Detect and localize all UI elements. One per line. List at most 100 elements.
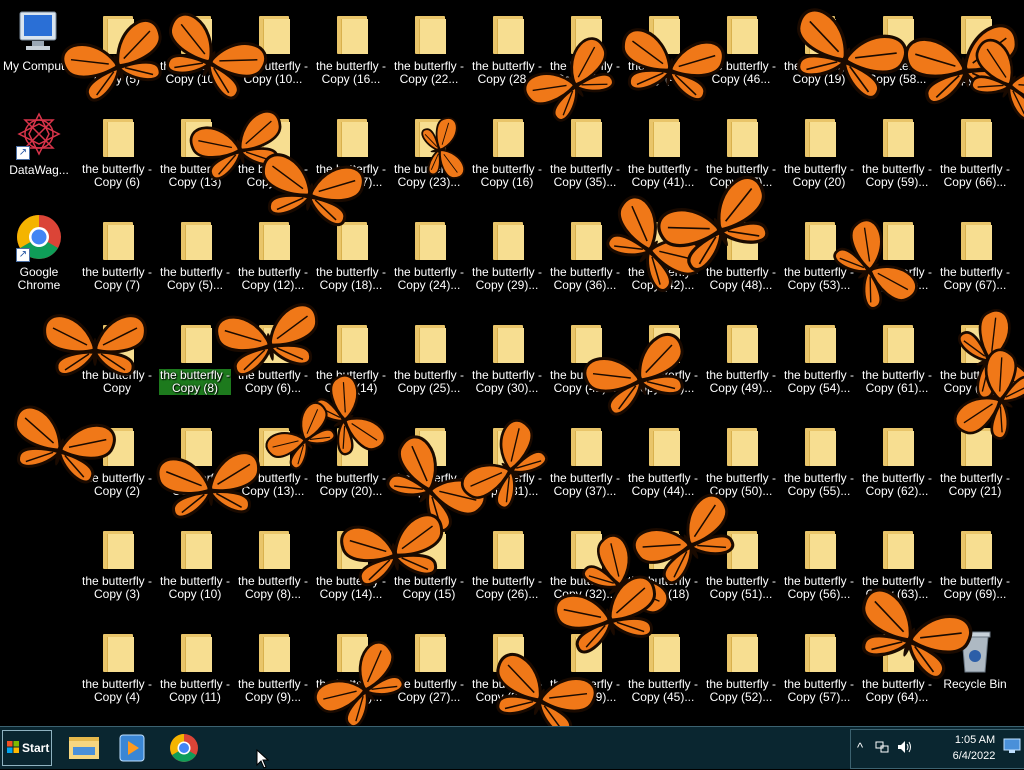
- folder-shortcut[interactable]: the butterfly - Copy (50)...: [704, 416, 778, 512]
- folder-shortcut[interactable]: the butterfly - Copy (53)...: [782, 210, 856, 306]
- folder-shortcut[interactable]: the butterfly - Copy (7): [80, 210, 154, 306]
- volume-icon[interactable]: [897, 740, 913, 754]
- folder-shortcut[interactable]: the butterfly - Copy (8): [158, 313, 232, 409]
- folder-shortcut[interactable]: the butterfly - Copy (13): [158, 107, 232, 203]
- folder-shortcut[interactable]: the butterfly - Copy (55)...: [782, 416, 856, 512]
- folder-shortcut[interactable]: the butterfly - Copy (3): [80, 519, 154, 615]
- folder-shortcut[interactable]: the butterfly - Copy (9)...: [236, 622, 310, 718]
- folder-shortcut[interactable]: the butterfly - Copy (6)...: [236, 313, 310, 409]
- folder-shortcut[interactable]: the butterfly - Copy (16...: [314, 4, 388, 100]
- taskbar-chrome[interactable]: [164, 731, 204, 765]
- folder-shortcut[interactable]: the butterfly - Copy (17)...: [314, 107, 388, 203]
- folder-shortcut[interactable]: the butterfly - Copy (65...: [938, 4, 1012, 100]
- taskbar-media-player[interactable]: [112, 731, 152, 765]
- folder-shortcut[interactable]: the butterfly - Copy (17): [236, 107, 310, 203]
- folder-shortcut[interactable]: the butterfly - Copy (62)...: [860, 416, 934, 512]
- folder-shortcut[interactable]: the butterfly - Copy (14): [314, 313, 388, 409]
- folder-shortcut[interactable]: the butterfly - Copy (36)...: [548, 210, 622, 306]
- folder-shortcut[interactable]: the butterfly - Copy (12)...: [236, 210, 310, 306]
- folder-shortcut[interactable]: the butterfly - Copy (40...: [626, 4, 700, 100]
- folder-shortcut[interactable]: the butterfly - Copy (57)...: [782, 622, 856, 718]
- folder-shortcut[interactable]: the butterfly - Copy (25)...: [392, 313, 466, 409]
- folder-shortcut[interactable]: the butterfly - Copy (68)...: [938, 313, 1012, 409]
- folder-shortcut[interactable]: the butterfly - Copy (10): [158, 519, 232, 615]
- folder-shortcut[interactable]: the butterfly - Copy (23)...: [392, 107, 466, 203]
- folder-shortcut[interactable]: the butterfly - Copy (58...: [860, 4, 934, 100]
- google-chrome-shortcut[interactable]: ↗ Google Chrome: [2, 210, 76, 306]
- folder-icon: [860, 416, 934, 472]
- folder-shortcut[interactable]: the butterfly - Copy (66)...: [938, 107, 1012, 203]
- folder-shortcut[interactable]: the butterfly - Copy (29)...: [470, 210, 544, 306]
- folder-shortcut[interactable]: the butterfly - Copy (49)...: [704, 313, 778, 409]
- folder-shortcut[interactable]: the butterfly - Copy (5)...: [158, 210, 232, 306]
- folder-shortcut[interactable]: the butterfly - Copy (10...: [158, 4, 232, 100]
- folder-shortcut[interactable]: the butterfly - Copy (37)...: [548, 416, 622, 512]
- folder-shortcut[interactable]: the butterfly - Copy (39)...: [548, 622, 622, 718]
- folder-shortcut[interactable]: the butterfly - Copy (13)...: [236, 416, 310, 512]
- folder-shortcut[interactable]: the butterfly - Copy (20): [782, 107, 856, 203]
- folder-shortcut[interactable]: the butterfly - Copy (16): [470, 107, 544, 203]
- folder-shortcut[interactable]: the butterfly - Copy (30)...: [470, 313, 544, 409]
- folder-shortcut[interactable]: the butterfly - Copy (18)...: [314, 210, 388, 306]
- clock-date[interactable]: 6/4/2022: [947, 750, 1001, 762]
- folder-shortcut[interactable]: the butterfly - Copy (34...: [548, 4, 622, 100]
- show-desktop-icon[interactable]: [1003, 738, 1021, 754]
- folder-shortcut[interactable]: the butterfly - Copy (11): [158, 622, 232, 718]
- folder-shortcut[interactable]: the butterfly - Copy (19): [782, 4, 856, 100]
- recycle-bin-shortcut[interactable]: Recycle Bin: [938, 622, 1012, 718]
- folder-shortcut[interactable]: the butterfly - Copy (44)...: [626, 416, 700, 512]
- folder-shortcut[interactable]: the butterfly - Copy (35)...: [548, 107, 622, 203]
- folder-shortcut[interactable]: the butterfly - Copy (20)...: [314, 416, 388, 512]
- network-icon[interactable]: [875, 740, 889, 754]
- folder-shortcut[interactable]: the butterfly - Copy (6): [80, 107, 154, 203]
- folder-shortcut[interactable]: the butterfly - Copy (4): [80, 622, 154, 718]
- folder-shortcut[interactable]: the butterfly - Copy (59)...: [860, 107, 934, 203]
- folder-shortcut[interactable]: the butterfly - Copy (8)...: [236, 519, 310, 615]
- folder-shortcut[interactable]: the butterfly - Copy (28...: [470, 4, 544, 100]
- folder-shortcut[interactable]: the butterfly - Copy (32)...: [548, 519, 622, 615]
- folder-shortcut[interactable]: the butterfly - Copy: [80, 313, 154, 409]
- folder-shortcut[interactable]: the butterfly - Copy (22...: [392, 4, 466, 100]
- folder-shortcut[interactable]: the butterfly - Copy (41)...: [626, 107, 700, 203]
- folder-shortcut[interactable]: the butterfly - Copy (10...: [236, 4, 310, 100]
- folder-shortcut[interactable]: the butterfly - Copy (33)...: [470, 622, 544, 718]
- folder-shortcut[interactable]: the butterfly - Copy (5): [80, 4, 154, 100]
- folder-shortcut[interactable]: the butterfly - Copy (43)...: [626, 313, 700, 409]
- folder-icon: [860, 210, 934, 266]
- folder-shortcut[interactable]: the butterfly - Copy (45)...: [626, 622, 700, 718]
- folder-shortcut[interactable]: the butterfly - Copy (48)...: [704, 210, 778, 306]
- folder-shortcut[interactable]: the butterfly - Copy (42)...: [548, 313, 622, 409]
- folder-shortcut[interactable]: the butterfly - Copy (46...: [704, 4, 778, 100]
- icon-label: the butterfly - Copy (69)...: [939, 574, 1011, 601]
- folder-shortcut[interactable]: the butterfly - Copy (60)...: [860, 210, 934, 306]
- folder-shortcut[interactable]: the butterfly - Copy (2): [80, 416, 154, 512]
- folder-shortcut[interactable]: the butterfly - Copy (15): [392, 519, 466, 615]
- folder-shortcut[interactable]: the butterfly - Copy (26)...: [470, 519, 544, 615]
- folder-shortcut[interactable]: the butterfly - Copy (51)...: [704, 519, 778, 615]
- folder-shortcut[interactable]: the butterfly - Copy (63)...: [860, 519, 934, 615]
- folder-shortcut[interactable]: the butterfly - Copy (31)...: [470, 416, 544, 512]
- folder-shortcut[interactable]: the butterfly - Copy (64)...: [860, 622, 934, 718]
- folder-shortcut[interactable]: the butterfly - Copy (19): [392, 416, 466, 512]
- folder-shortcut[interactable]: the butterfly - Copy (27)...: [392, 622, 466, 718]
- show-hidden-icons-button[interactable]: ^: [857, 740, 863, 755]
- folder-shortcut[interactable]: the butterfly - Copy (52)...: [704, 622, 778, 718]
- folder-shortcut[interactable]: the butterfly - Copy (9): [158, 416, 232, 512]
- folder-shortcut[interactable]: the butterfly - Copy (18): [626, 519, 700, 615]
- my-computer-shortcut[interactable]: My Computer: [2, 4, 76, 100]
- folder-shortcut[interactable]: the butterfly - Copy (14)...: [314, 519, 388, 615]
- clock-time[interactable]: 1:05 AM: [951, 734, 999, 746]
- folder-shortcut[interactable]: the butterfly - Copy (54)...: [782, 313, 856, 409]
- folder-shortcut[interactable]: the butterfly - Copy (47)...: [704, 107, 778, 203]
- start-button[interactable]: Start: [2, 730, 52, 766]
- folder-shortcut[interactable]: the butterfly - Copy (42)...: [626, 210, 700, 306]
- folder-shortcut[interactable]: the butterfly - Copy (21): [938, 416, 1012, 512]
- taskbar-file-explorer[interactable]: [64, 731, 104, 765]
- folder-shortcut[interactable]: the butterfly - Copy (61)...: [860, 313, 934, 409]
- folder-shortcut[interactable]: the butterfly - Copy (15)...: [314, 622, 388, 718]
- folder-shortcut[interactable]: the butterfly - Copy (56)...: [782, 519, 856, 615]
- folder-shortcut[interactable]: the butterfly - Copy (24)...: [392, 210, 466, 306]
- folder-shortcut[interactable]: the butterfly - Copy (69)...: [938, 519, 1012, 615]
- datawag-shortcut[interactable]: ↗ DataWag...: [2, 108, 76, 204]
- folder-shortcut[interactable]: the butterfly - Copy (67)...: [938, 210, 1012, 306]
